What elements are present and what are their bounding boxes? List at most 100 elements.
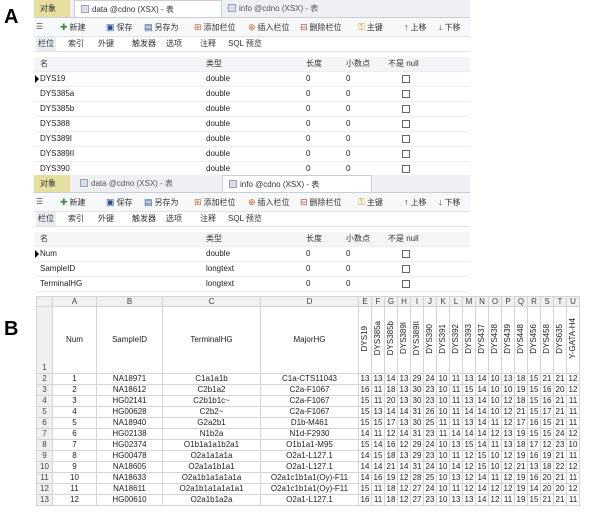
field-name[interactable]: DYS385a [40, 87, 74, 101]
data-cell[interactable]: 13 [397, 450, 411, 462]
data-cell[interactable]: 12 [566, 461, 580, 473]
data-cell[interactable]: 14 [358, 472, 372, 484]
data-cell[interactable]: 10 [488, 450, 502, 462]
data-cell[interactable]: 14 [475, 406, 489, 418]
column-letter[interactable]: F [371, 296, 385, 307]
data-cell[interactable]: 13 [462, 373, 476, 385]
data-cell[interactable]: 14 [475, 395, 489, 407]
primary-key-button[interactable]: ⚿ 主键 [358, 193, 383, 211]
data-cell[interactable]: 12 [462, 461, 476, 473]
data-cell[interactable]: D1b-M461 [260, 417, 359, 429]
data-cell[interactable]: 15 [527, 494, 541, 506]
field-type[interactable]: double [206, 132, 230, 146]
not-null-checkbox[interactable] [402, 135, 410, 143]
data-cell[interactable]: 11 [371, 428, 385, 440]
data-cell[interactable]: 10 [488, 406, 502, 418]
data-cell[interactable]: 16 [540, 384, 554, 396]
column-letter[interactable]: B [96, 296, 163, 307]
data-cell[interactable]: 14 [475, 494, 489, 506]
field-decimals[interactable]: 0 [346, 277, 350, 291]
subtab-triggers[interactable]: 触发器 [132, 212, 156, 226]
header-cell[interactable]: Y-GATA-H4 [566, 306, 580, 374]
data-cell[interactable]: 13 [449, 439, 463, 451]
data-cell[interactable]: 30 [410, 417, 424, 429]
data-cell[interactable]: 15 [462, 439, 476, 451]
field-length[interactable]: 0 [306, 87, 310, 101]
data-cell[interactable]: 18 [514, 439, 528, 451]
field-name[interactable]: DYS19 [40, 72, 65, 86]
field-type[interactable]: double [206, 102, 230, 116]
data-cell[interactable]: 11 [449, 450, 463, 462]
data-cell[interactable]: 21 [553, 472, 567, 484]
data-cell[interactable]: 13 [397, 373, 411, 385]
data-cell[interactable]: O1b1a1-M95 [260, 439, 359, 451]
data-cell[interactable]: 12 [566, 384, 580, 396]
subtab-indexes[interactable]: 索引 [68, 212, 84, 226]
data-cell[interactable]: 21 [540, 494, 554, 506]
field-decimals[interactable]: 0 [346, 162, 350, 176]
data-cell[interactable]: 12 [397, 494, 411, 506]
data-cell[interactable]: 14 [397, 406, 411, 418]
data-cell[interactable]: 29 [410, 439, 424, 451]
data-cell[interactable]: 11 [449, 384, 463, 396]
data-cell[interactable]: 11 [566, 494, 580, 506]
row-number[interactable]: 7 [36, 428, 53, 440]
menu-icon[interactable]: ☰ [36, 193, 43, 211]
data-cell[interactable]: 10 [488, 395, 502, 407]
data-cell[interactable]: 10 [436, 373, 450, 385]
data-cell[interactable]: 21 [540, 373, 554, 385]
data-cell[interactable]: HG02138 [96, 428, 163, 440]
column-letter[interactable]: R [527, 296, 541, 307]
field-row[interactable]: DYS389I double 0 0 [34, 132, 470, 147]
field-row[interactable]: DYS385a double 0 0 [34, 87, 470, 102]
data-cell[interactable]: 16 [384, 439, 398, 451]
data-cell[interactable]: 12 [501, 472, 515, 484]
field-decimals[interactable]: 0 [346, 132, 350, 146]
save-button[interactable]: ▣ 保存 [106, 193, 133, 211]
data-cell[interactable]: 11 [371, 494, 385, 506]
data-cell[interactable]: C2b2~ [162, 406, 261, 418]
field-name[interactable]: DYS390 [40, 162, 70, 176]
data-cell[interactable]: 15 [371, 450, 385, 462]
data-cell[interactable]: 16 [358, 494, 372, 506]
not-null-checkbox[interactable] [402, 150, 410, 158]
field-name[interactable]: DYS385b [40, 102, 74, 116]
data-cell[interactable]: C2a-F1067 [260, 395, 359, 407]
data-cell[interactable]: 11 [488, 439, 502, 451]
data-cell[interactable]: 13 [397, 395, 411, 407]
data-cell[interactable]: HG00478 [96, 450, 163, 462]
field-length[interactable]: 0 [306, 162, 310, 176]
not-null-checkbox[interactable] [402, 120, 410, 128]
data-cell[interactable]: 13 [371, 406, 385, 418]
menu-icon[interactable]: ☰ [36, 18, 43, 36]
data-cell[interactable]: 21 [553, 494, 567, 506]
header-cell[interactable]: DYS438 [488, 306, 502, 374]
data-cell[interactable]: 13 [501, 428, 515, 440]
data-cell[interactable]: 19 [514, 428, 528, 440]
data-cell[interactable]: 20 [553, 384, 567, 396]
data-cell[interactable]: 11 [436, 417, 450, 429]
column-letter[interactable]: L [449, 296, 463, 307]
field-length[interactable]: 0 [306, 147, 310, 161]
data-cell[interactable]: 12 [566, 428, 580, 440]
tab-data-table[interactable]: data @cdno (XSX) - 表 [74, 175, 222, 192]
data-cell[interactable]: 12 [501, 417, 515, 429]
data-cell[interactable]: 11 [566, 450, 580, 462]
data-cell[interactable]: 11 [449, 395, 463, 407]
new-button[interactable]: ✚ 新建 [60, 18, 86, 36]
column-letter[interactable]: D [260, 296, 359, 307]
data-cell[interactable]: 15 [527, 373, 541, 385]
subtab-fields[interactable]: 栏位 [36, 37, 56, 51]
data-cell[interactable]: 13 [527, 461, 541, 473]
data-cell[interactable]: 23 [423, 450, 437, 462]
data-cell[interactable]: 12 [397, 439, 411, 451]
field-name[interactable]: DYS389II [40, 147, 74, 161]
data-cell[interactable]: HG02141 [96, 395, 163, 407]
row-number[interactable]: 11 [36, 472, 53, 484]
data-cell[interactable]: 23 [423, 384, 437, 396]
data-cell[interactable]: 11 [566, 417, 580, 429]
data-cell[interactable]: 10 [488, 384, 502, 396]
data-cell[interactable]: 11 [449, 373, 463, 385]
data-cell[interactable]: O2a1-L127.1 [260, 461, 359, 473]
data-cell[interactable]: 24 [423, 461, 437, 473]
